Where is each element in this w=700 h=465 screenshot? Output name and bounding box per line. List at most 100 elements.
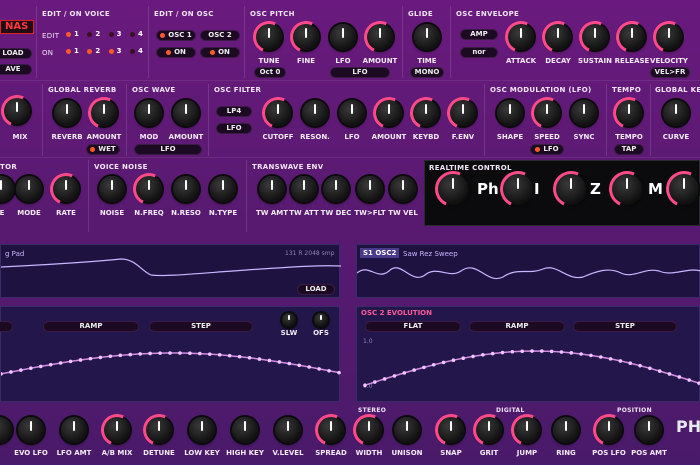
- lfo-sync-knob[interactable]: [571, 100, 597, 126]
- snap-knob[interactable]: [430, 409, 472, 451]
- spread-knob[interactable]: [310, 409, 352, 451]
- osc2-evolution-panel[interactable]: OSC 2 EVOLUTION FLAT RAMP STEP 1.0 0.0: [356, 306, 700, 402]
- velocity-target-selector[interactable]: VEL>FR: [650, 67, 690, 78]
- fine-knob[interactable]: [285, 16, 327, 58]
- release-knob[interactable]: [611, 16, 653, 58]
- reverb-amount-knob[interactable]: [83, 92, 125, 134]
- tw-dec-knob[interactable]: [323, 176, 349, 202]
- pitch-amount-knob[interactable]: [359, 16, 401, 58]
- rt-knob-2[interactable]: [494, 165, 542, 213]
- grit-knob[interactable]: [468, 409, 510, 451]
- bottom-edge-knob[interactable]: [0, 417, 12, 443]
- evo-lfo-knob[interactable]: [18, 417, 44, 443]
- wave-amount-knob[interactable]: [173, 100, 199, 126]
- voice-4-led[interactable]: [129, 31, 135, 37]
- osc1-on-button[interactable]: ON: [156, 47, 196, 58]
- tw-flt-knob[interactable]: [357, 176, 383, 202]
- unison-knob[interactable]: [394, 417, 420, 443]
- tap-tempo-button[interactable]: TAP: [614, 144, 644, 155]
- tw-vel-knob[interactable]: [390, 176, 416, 202]
- v-level-knob[interactable]: [275, 417, 301, 443]
- tempo-knob[interactable]: [608, 92, 650, 134]
- voice-edit-selectors[interactable]: 1 2 3 4: [66, 30, 143, 38]
- pos-lfo-knob[interactable]: [588, 409, 630, 451]
- rt-knob-4[interactable]: [603, 165, 651, 213]
- osc1-wave-display[interactable]: g Pad 131 R 2048 smp LOAD: [0, 244, 341, 298]
- voice-on-4-led[interactable]: [129, 48, 135, 54]
- tor-rate-knob[interactable]: [45, 168, 87, 210]
- curve-knob[interactable]: [663, 100, 689, 126]
- reverb-knob[interactable]: [54, 100, 80, 126]
- tw-amt-knob[interactable]: [259, 176, 285, 202]
- tor-rate-label: RATE: [56, 209, 76, 217]
- evolution-point: [267, 358, 272, 363]
- lfo-amt-knob[interactable]: [61, 417, 87, 443]
- osc2-wave-display[interactable]: S1 OSC2 Saw Rez Sweep: [356, 244, 700, 298]
- rt-knob-5[interactable]: [660, 165, 700, 213]
- voice-on-2-led[interactable]: [87, 48, 93, 54]
- width-knob[interactable]: [348, 409, 390, 451]
- pitch-lfo-knob[interactable]: [330, 24, 356, 50]
- glide-time-knob[interactable]: [414, 24, 440, 50]
- tune-knob[interactable]: [248, 16, 290, 58]
- filter-lfo-selector[interactable]: LFO: [216, 123, 252, 134]
- osc1-evolution-panel[interactable]: RAMP STEP SLW OFS: [0, 306, 341, 402]
- ring-knob[interactable]: [553, 417, 579, 443]
- jump-knob[interactable]: [506, 409, 548, 451]
- osc2-edit-button[interactable]: OSC 2: [200, 30, 240, 41]
- decay-knob[interactable]: [537, 16, 579, 58]
- rt-label-i: I: [534, 180, 540, 198]
- save-preset-button[interactable]: AVE: [0, 64, 32, 75]
- tor-e-knob[interactable]: [0, 176, 14, 202]
- voice-2-led[interactable]: [87, 31, 93, 37]
- resonance-knob[interactable]: [302, 100, 328, 126]
- a-b-mix-knob[interactable]: [96, 409, 138, 451]
- env-mode-selector[interactable]: nor: [460, 47, 498, 58]
- width-label: WIDTH: [355, 449, 383, 457]
- pitch-lfo-selector[interactable]: LFO: [330, 67, 390, 78]
- keyboard-track-label: KEYBD: [412, 133, 440, 141]
- lfo-speed-knob[interactable]: [526, 92, 568, 134]
- low-key-knob[interactable]: [189, 417, 215, 443]
- osc1-edit-button[interactable]: OSC 1: [156, 30, 196, 41]
- octave-selector[interactable]: Oct 0: [254, 67, 286, 78]
- detune-knob[interactable]: [138, 409, 180, 451]
- reverb-wet-button[interactable]: WET: [86, 144, 120, 155]
- noise-type-knob[interactable]: [210, 176, 236, 202]
- cutoff-knob[interactable]: [257, 92, 299, 134]
- tor-mode-knob[interactable]: [16, 176, 42, 202]
- lfo-shape-knob[interactable]: [497, 100, 523, 126]
- wave-lfo-selector[interactable]: LFO: [134, 144, 202, 155]
- voice-on-3-led[interactable]: [108, 48, 114, 54]
- filter-lfo-knob[interactable]: [339, 100, 365, 126]
- pos-amt-knob[interactable]: [636, 417, 662, 443]
- voice-3-led[interactable]: [108, 31, 114, 37]
- wave-mod-knob[interactable]: [136, 100, 162, 126]
- keyboard-track-knob[interactable]: [405, 92, 447, 134]
- filter-env-knob[interactable]: [442, 92, 484, 134]
- filter-type-selector[interactable]: LP4: [216, 106, 252, 117]
- osc1-load-button[interactable]: LOAD: [297, 284, 335, 295]
- tw-att-knob[interactable]: [291, 176, 317, 202]
- glide-mode-selector[interactable]: MONO: [410, 67, 444, 78]
- attack-knob[interactable]: [500, 16, 542, 58]
- voice-on-selectors[interactable]: 1 2 3 4: [66, 47, 143, 55]
- mod-lfo-button[interactable]: LFO: [530, 144, 564, 155]
- noise-knob[interactable]: [99, 176, 125, 202]
- mix-knob[interactable]: [0, 90, 38, 132]
- spread-label: SPREAD: [315, 449, 347, 457]
- load-preset-button[interactable]: LOAD: [0, 48, 32, 59]
- sustain-knob[interactable]: [574, 16, 616, 58]
- env-amp-selector[interactable]: AMP: [460, 29, 498, 40]
- filter-amount-knob[interactable]: [368, 92, 410, 134]
- osc2-on-button[interactable]: ON: [200, 47, 240, 58]
- rt-knob-3[interactable]: [547, 165, 595, 213]
- preset-name-display[interactable]: NAS: [0, 20, 34, 34]
- high-key-knob[interactable]: [232, 417, 258, 443]
- noise-reso-knob[interactable]: [173, 176, 199, 202]
- rt-knob-1[interactable]: [429, 165, 477, 213]
- voice-on-1-led[interactable]: [66, 48, 71, 54]
- voice-1-led[interactable]: [66, 31, 71, 37]
- velocity-knob[interactable]: [648, 16, 690, 58]
- noise-freq-knob[interactable]: [128, 168, 170, 210]
